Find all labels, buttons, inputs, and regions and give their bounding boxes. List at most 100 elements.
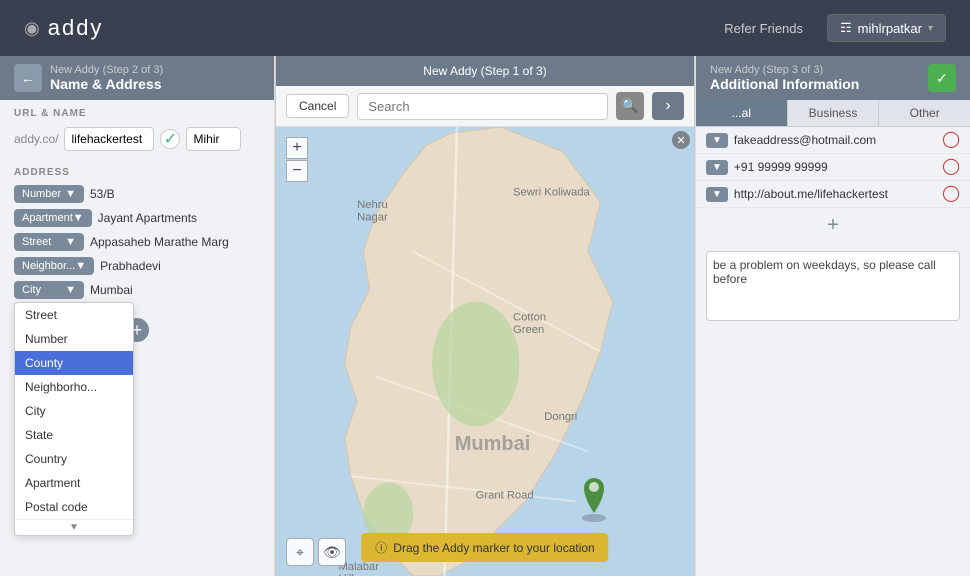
nav-right: Refer Friends ☶ mihlrpatkar ▾ xyxy=(724,14,946,42)
field-value-apartment: Jayant Apartments xyxy=(98,211,260,225)
contact-row-phone: ▼ +91 99999 99999 ◯ xyxy=(696,154,970,181)
contact-row-email: ▼ fakeaddress@hotmail.com ◯ xyxy=(696,127,970,154)
user-menu-button[interactable]: ☶ mihlrpatkar ▾ xyxy=(827,14,946,42)
map-area[interactable]: Nehru Nagar Sewri Koliwada Cotton Green … xyxy=(276,127,694,576)
field-type-number-label: Number xyxy=(22,188,61,200)
app-logo: ◉ addy xyxy=(24,15,103,41)
tab-business[interactable]: Business xyxy=(788,100,880,126)
field-type-caret-icon: ▼ xyxy=(65,188,76,200)
name-input[interactable] xyxy=(186,127,241,151)
search-input[interactable] xyxy=(357,93,608,120)
dropdown-item-street[interactable]: Street xyxy=(15,303,133,327)
svg-text:Green: Green xyxy=(513,324,544,336)
map-background: Nehru Nagar Sewri Koliwada Cotton Green … xyxy=(276,127,694,576)
field-type-nbr-caret-icon: ▼ xyxy=(75,260,86,272)
svg-text:Nagar: Nagar xyxy=(357,212,388,224)
field-type-city-label: City xyxy=(22,284,41,296)
field-type-number[interactable]: Number ▼ xyxy=(14,185,84,203)
cancel-button[interactable]: Cancel xyxy=(286,94,349,118)
contact-type-phone-button[interactable]: ▼ xyxy=(706,160,728,175)
step1-label: New Addy (Step 1 of 3) xyxy=(423,64,546,78)
url-input[interactable] xyxy=(64,127,154,151)
dropdown-item-number[interactable]: Number xyxy=(15,327,133,351)
url-check-icon: ✓ xyxy=(160,129,180,149)
map-svg: Nehru Nagar Sewri Koliwada Cotton Green … xyxy=(276,127,694,576)
svg-text:Dongri: Dongri xyxy=(544,411,577,423)
remove-url-button[interactable]: ◯ xyxy=(942,186,960,202)
step3-header: New Addy (Step 3 of 3) Additional Inform… xyxy=(696,56,970,100)
notes-field[interactable]: be a problem on weekdays, so please call… xyxy=(706,251,960,321)
svg-text:Cotton: Cotton xyxy=(513,311,546,323)
map-bottom-controls: ⌖ 👁 xyxy=(286,538,346,566)
drag-hint-text: Drag the Addy marker to your location xyxy=(393,541,594,555)
addr-field-city: City ▼ Mumbai xyxy=(0,278,274,302)
remove-phone-button[interactable]: ◯ xyxy=(942,159,960,175)
marker-svg xyxy=(574,463,614,523)
addr-field-street: Street ▼ Appasaheb Marathe Marg xyxy=(0,230,274,254)
logo-text: addy xyxy=(48,15,104,41)
tab-other[interactable]: Other xyxy=(879,100,970,126)
search-icon: 🔍 xyxy=(622,98,639,114)
step3-label: New Addy (Step 3 of 3) xyxy=(710,64,859,76)
step2-label: New Addy (Step 2 of 3) xyxy=(50,64,260,76)
contact-type-email-button[interactable]: ▼ xyxy=(706,133,728,148)
close-map-button[interactable]: ✕ xyxy=(672,131,690,149)
top-nav: ◉ addy Refer Friends ☶ mihlrpatkar ▾ xyxy=(0,0,970,56)
main-content: ← New Addy (Step 2 of 3) Name & Address … xyxy=(0,56,970,576)
dropdown-item-neighborhood[interactable]: Neighborho... xyxy=(15,375,133,399)
tab-other-label: Other xyxy=(910,106,940,120)
step3-panel: New Addy (Step 3 of 3) Additional Inform… xyxy=(695,56,970,576)
user-icon: ☶ xyxy=(840,20,852,36)
refer-friends-link[interactable]: Refer Friends xyxy=(724,21,803,36)
remove-email-button[interactable]: ◯ xyxy=(942,132,960,148)
zoom-out-button[interactable]: − xyxy=(286,160,308,182)
dropdown-item-state[interactable]: State xyxy=(15,423,133,447)
field-type-street[interactable]: Street ▼ xyxy=(14,233,84,251)
step3-title: Additional Information xyxy=(710,76,859,92)
address-section-label: ADDRESS xyxy=(0,159,274,182)
dropdown-item-city[interactable]: City xyxy=(15,399,133,423)
contact-tabs: ...al Business Other xyxy=(696,100,970,127)
field-type-neighborhood[interactable]: Neighbor... ▼ xyxy=(14,257,94,275)
contact-type-url-button[interactable]: ▼ xyxy=(706,187,728,202)
field-value-neighborhood: Prabhadevi xyxy=(100,259,260,273)
step1-header: New Addy (Step 1 of 3) xyxy=(276,56,694,86)
zoom-controls: + − xyxy=(286,137,308,182)
contact-phone-value: +91 99999 99999 xyxy=(734,160,936,174)
eye-button[interactable]: 👁 xyxy=(318,538,346,566)
svg-text:Sewri Koliwada: Sewri Koliwada xyxy=(513,187,590,199)
back-button[interactable]: ← xyxy=(14,64,42,92)
step2-header: ← New Addy (Step 2 of 3) Name & Address xyxy=(0,56,274,100)
dropdown-item-country[interactable]: Country xyxy=(15,447,133,471)
field-value-street: Appasaheb Marathe Marg xyxy=(90,235,260,249)
dropdown-item-apartment[interactable]: Apartment xyxy=(15,471,133,495)
notes-text: be a problem on weekdays, so please call… xyxy=(713,258,936,286)
tab-personal[interactable]: ...al xyxy=(696,100,788,126)
svg-text:Grant Road: Grant Road xyxy=(476,490,534,502)
add-contact-button[interactable]: + xyxy=(696,208,970,243)
dropdown-item-county[interactable]: County xyxy=(15,351,133,375)
field-type-street-label: Street xyxy=(22,236,51,248)
mumbai-label: Mumbai xyxy=(455,433,531,456)
done-button[interactable]: ✓ xyxy=(928,64,956,92)
location-button[interactable]: ⌖ xyxy=(286,538,314,566)
field-type-apartment[interactable]: Apartment ▼ xyxy=(14,209,92,227)
dropdown-scroll-icon[interactable]: ▼ xyxy=(15,519,133,535)
field-type-dropdown[interactable]: Street Number County Neighborho... City … xyxy=(14,302,134,536)
url-name-section-label: URL & NAME xyxy=(0,100,274,123)
field-type-city[interactable]: City ▼ xyxy=(14,281,84,299)
location-marker[interactable] xyxy=(574,463,614,526)
zoom-in-button[interactable]: + xyxy=(286,137,308,159)
pin-icon: ◉ xyxy=(24,18,40,39)
field-type-apartment-label: Apartment xyxy=(22,212,73,224)
contact-email-value: fakeaddress@hotmail.com xyxy=(734,133,936,147)
field-value-city: Mumbai xyxy=(90,283,260,297)
field-type-city-caret-icon: ▼ xyxy=(65,284,76,296)
addr-field-apartment: Apartment ▼ Jayant Apartments xyxy=(0,206,274,230)
next-step-button[interactable]: › xyxy=(652,92,684,120)
contact-url-value: http://about.me/lifehackertest xyxy=(734,187,936,201)
dropdown-item-postal[interactable]: Postal code xyxy=(15,495,133,519)
search-button[interactable]: 🔍 xyxy=(616,92,644,120)
addr-field-number: Number ▼ 53/B xyxy=(0,182,274,206)
step2-title: Name & Address xyxy=(50,76,260,92)
